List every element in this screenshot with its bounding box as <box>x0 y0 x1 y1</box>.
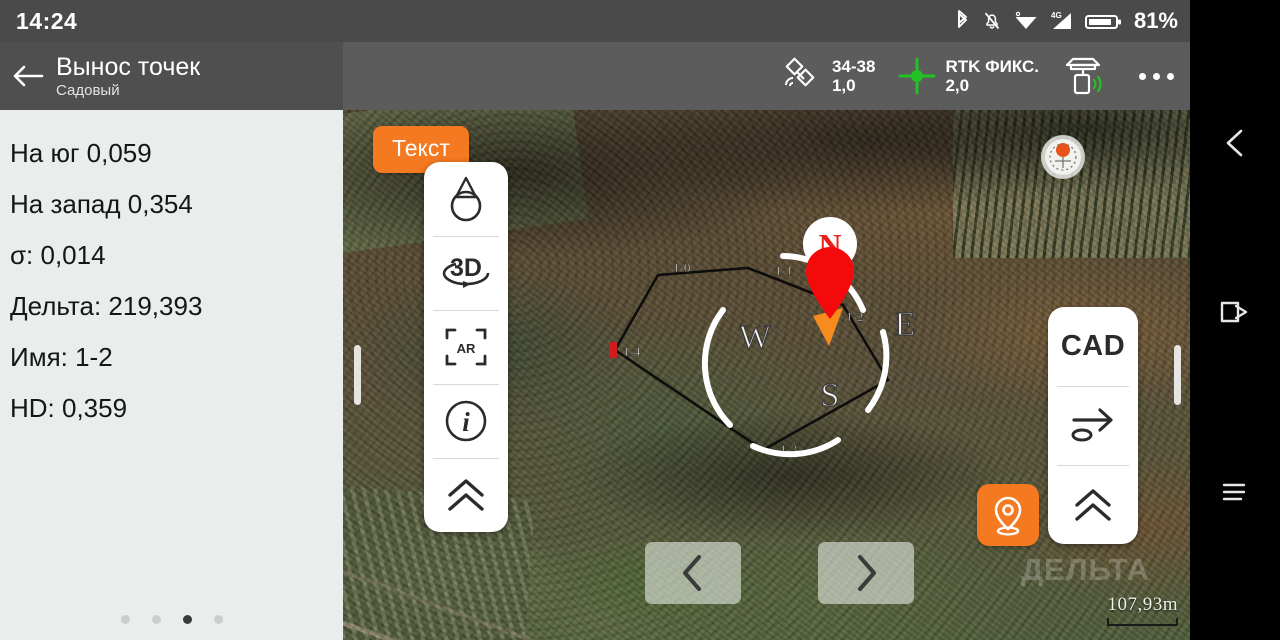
locate-point-button[interactable] <box>977 484 1039 546</box>
page-indicator[interactable] <box>0 615 343 624</box>
page-dot-active[interactable] <box>182 615 192 624</box>
collapse-left-toolbar-button[interactable] <box>424 458 508 532</box>
chevron-left-icon <box>683 555 701 591</box>
status-icons: 4G 81% <box>954 8 1190 34</box>
next-point-button[interactable] <box>818 542 914 604</box>
svg-text:3D: 3D <box>450 254 482 282</box>
info-row-delta: Дельта: 219,393 <box>10 291 203 321</box>
chevron-up-double-icon <box>448 479 484 511</box>
previous-point-button[interactable] <box>645 542 741 604</box>
menu-dot <box>1167 72 1174 80</box>
compass-south-label: S <box>821 377 840 414</box>
rotate-3d-button[interactable]: 3D <box>424 236 508 310</box>
base-station-icon <box>1065 57 1102 95</box>
bell-muted-icon <box>984 12 1000 30</box>
map-compass-button[interactable] <box>1041 135 1085 179</box>
app-bar: Вынос точек Садовый 34-38 1,0 RTK ФИКС. … <box>0 42 1190 110</box>
info-row-sigma: σ: 0,014 <box>10 240 106 270</box>
map-right-drag-handle[interactable] <box>1174 345 1181 405</box>
parcel-polygon <box>613 266 890 452</box>
page-subtitle: Садовый <box>56 81 120 99</box>
base-station-status[interactable] <box>1061 54 1111 98</box>
map-scale-bar: 107,93m <box>1107 594 1178 626</box>
menu-dot <box>1139 72 1146 80</box>
compass-east-label: E <box>895 306 916 343</box>
map-left-drag-handle[interactable] <box>354 345 361 405</box>
cad-label: CAD <box>1060 330 1126 362</box>
svg-text:4G: 4G <box>1051 11 1062 20</box>
info-row-name: Имя: 1-2 <box>10 342 113 372</box>
vertex-marker-1-4 <box>609 342 617 358</box>
signal-4g-icon: 4G <box>1051 11 1071 29</box>
rtk-accuracy: 2,0 <box>945 76 970 95</box>
wifi-icon <box>1015 11 1037 29</box>
satellite-accuracy: 1,0 <box>831 76 856 95</box>
app-bar-left: Вынос точек Садовый <box>0 42 343 110</box>
title-block: Вынос точек Садовый <box>56 53 200 100</box>
bluetooth-icon <box>958 10 967 28</box>
nav-back-icon <box>1226 129 1243 157</box>
point-label-1-0: 1-0 <box>673 260 690 275</box>
stake-target-icon <box>450 176 482 222</box>
status-time: 14:24 <box>16 7 78 34</box>
rtk-status[interactable]: RTK ФИКС. 2,0 <box>897 56 1039 96</box>
ar-button[interactable]: AR <box>424 310 508 384</box>
point-label-1-1: 1-1 <box>775 263 792 278</box>
info-button[interactable]: i <box>424 384 508 458</box>
satellite-count: 34-38 <box>831 57 876 76</box>
svg-text:AR: AR <box>457 341 476 356</box>
svg-text:i: i <box>462 407 470 437</box>
battery-percent: 81% <box>1133 8 1178 33</box>
android-home-button[interactable] <box>1218 297 1252 332</box>
collapse-right-toolbar-button[interactable] <box>1048 465 1138 544</box>
rotate-3d-icon: 3D <box>442 254 490 288</box>
map-tools-right: CAD <box>1048 307 1138 544</box>
nav-recents-icon <box>1222 483 1246 501</box>
offset-button[interactable] <box>1048 386 1138 465</box>
info-row-south: На юг 0,059 <box>10 138 152 168</box>
nav-home-icon <box>1220 301 1248 323</box>
chevron-up-double-icon <box>1075 488 1111 521</box>
battery-icon <box>1084 15 1121 29</box>
menu-dot <box>1153 72 1160 80</box>
overflow-menu-button[interactable] <box>1139 72 1174 80</box>
satellite-status[interactable]: 34-38 1,0 <box>780 56 875 96</box>
map-watermark: ДЕЛЬТА <box>1020 552 1150 587</box>
stakeout-info-panel: На юг 0,059 На запад 0,354 σ: 0,014 Дель… <box>0 110 343 640</box>
chevron-right-icon <box>858 555 876 591</box>
offset-arrow-icon <box>1071 407 1113 441</box>
stake-target-button[interactable] <box>424 162 508 236</box>
map-tools-left: 3D AR i <box>424 162 508 532</box>
android-back-button[interactable] <box>1220 126 1250 165</box>
back-button[interactable] <box>0 63 56 89</box>
satellite-values: 34-38 1,0 <box>832 57 875 95</box>
map-view[interactable]: 1-0 1-1 1-2 1-3 1-4 N W E S Текст 3D AR … <box>343 110 1190 640</box>
page-dot[interactable] <box>213 615 223 624</box>
back-arrow-icon <box>13 65 44 87</box>
info-icon: i <box>445 400 487 442</box>
android-recents-button[interactable] <box>1219 478 1251 511</box>
compass-west-label: W <box>739 319 772 356</box>
page-title: Вынос точек <box>56 52 201 81</box>
app-bar-right: 34-38 1,0 RTK ФИКС. 2,0 <box>343 42 1190 110</box>
status-bar: 14:24 4G 81% <box>0 0 1190 42</box>
page-dot[interactable] <box>120 615 130 624</box>
crosshair-icon <box>898 57 936 95</box>
page-dot[interactable] <box>151 615 161 624</box>
info-row-hd: HD: 0,359 <box>10 393 128 423</box>
ar-frame-icon: AR <box>445 328 487 366</box>
map-pin-icon <box>994 496 1022 536</box>
satellite-icon <box>784 57 815 87</box>
rtk-values: RTK ФИКС. 2,0 <box>945 57 1039 95</box>
point-label-1-4: 1-4 <box>623 344 641 359</box>
compass-widget-icon <box>1045 139 1081 175</box>
android-navigation-bar <box>1190 0 1280 640</box>
rtk-label: RTK ФИКС. <box>945 57 1039 76</box>
app-root: 14:24 4G 81% Вынос точек Садовый 34-38 1… <box>0 0 1280 640</box>
map-scale-ruler <box>1107 618 1178 626</box>
map-scale-label: 107,93m <box>1107 594 1178 615</box>
cad-button[interactable]: CAD <box>1048 307 1138 386</box>
info-row-west: На запад 0,354 <box>10 189 193 219</box>
